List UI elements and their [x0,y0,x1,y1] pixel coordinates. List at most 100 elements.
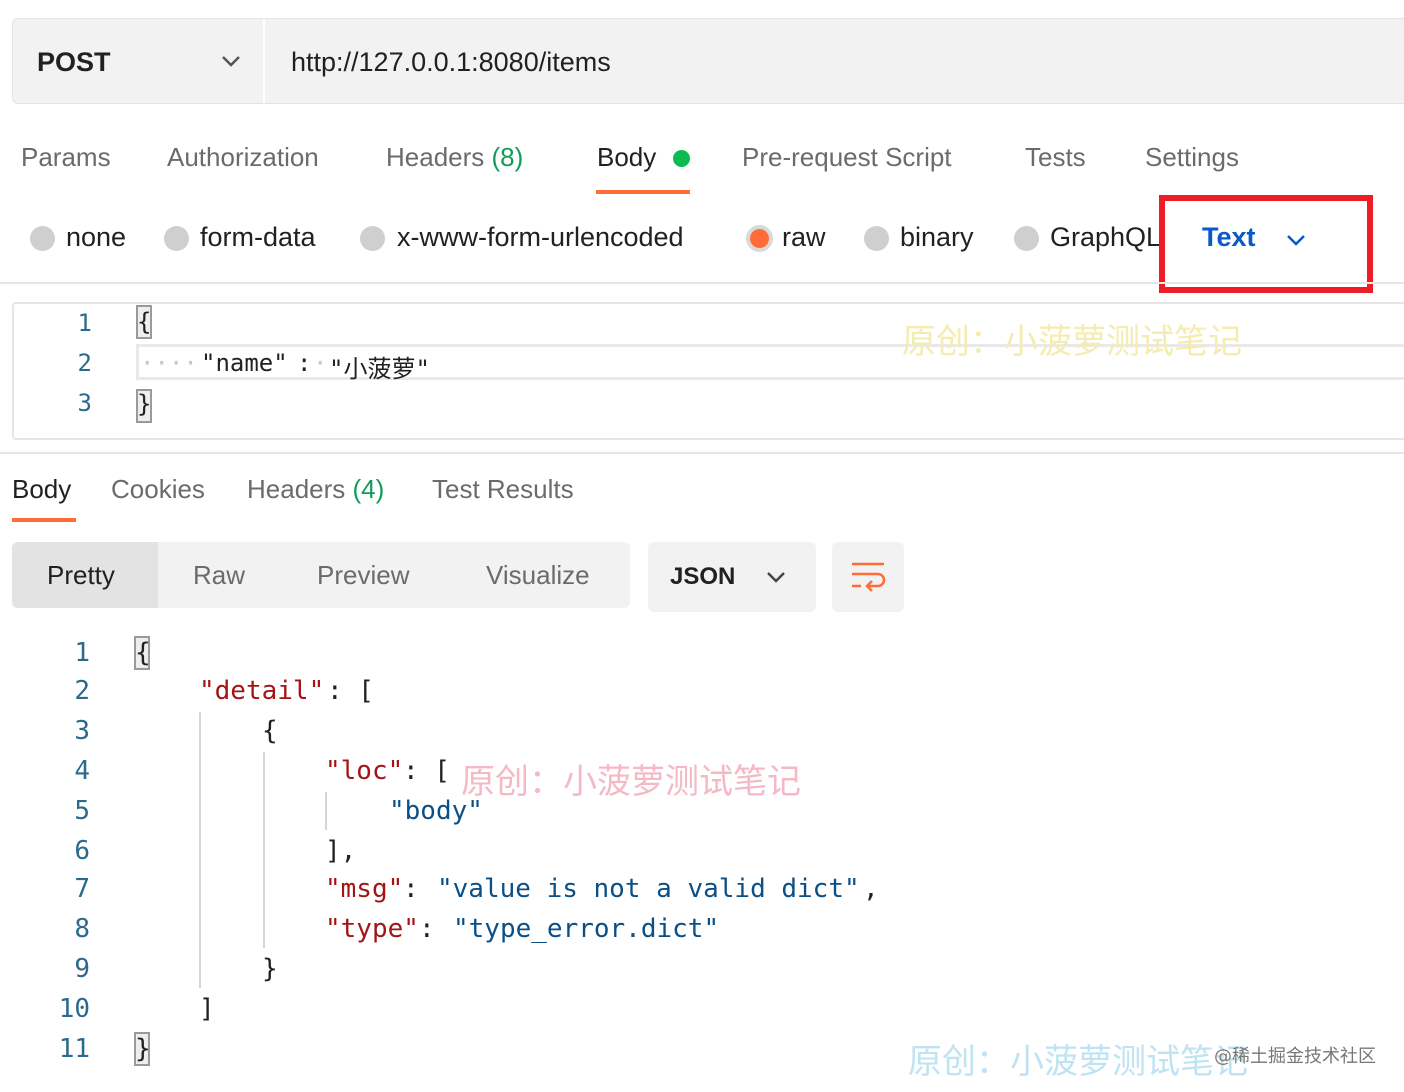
tab-label: Headers [247,474,346,504]
code-key: "name" [201,349,288,377]
response-tab-body[interactable]: Body [12,474,71,505]
json-value-type: "type_error.dict" [453,914,720,944]
tab-label: Cookies [111,474,205,504]
code-brace-open: { [262,716,278,746]
line-number: 8 [74,914,90,944]
whitespace-dots: ···· [140,349,198,377]
code-colon: : [297,349,312,377]
radio-graphql[interactable] [1014,226,1039,251]
view-mode-pretty[interactable]: Pretty [47,560,115,591]
divider [0,282,1404,284]
radio-label-graphql: GraphQL [1050,222,1162,252]
wrap-lines-button[interactable] [832,542,904,612]
watermark-text: 原创：小菠萝测试笔记 [908,1042,1248,1082]
code-punct: : [ [327,676,374,706]
response-format-dropdown[interactable]: JSON [648,542,816,612]
line-number: 1 [77,309,92,337]
radio-raw[interactable] [750,229,769,248]
code-brace-close: } [135,1034,151,1064]
indent-guide [325,792,327,830]
line-number: 11 [58,1034,90,1064]
tab-label: Params [21,142,111,172]
code-brace-close: } [262,954,278,984]
tab-label: Body [12,474,72,504]
headers-count: (8) [491,142,524,172]
code-brace-open: { [135,638,151,668]
line-number: 1 [74,638,90,668]
watermark-text: 原创：小菠萝测试笔记 [461,762,801,802]
url-input[interactable]: http://127.0.0.1:8080/items [291,47,611,78]
view-mode-selector: Pretty Raw Preview Visualize [12,542,630,608]
tab-label: Settings [1145,142,1239,172]
method-label: POST [37,47,111,77]
line-number: 2 [74,676,90,706]
site-watermark: @稀土掘金技术社区 [1214,1046,1376,1067]
json-key-msg: "msg" [325,874,404,904]
tab-authorization[interactable]: Authorization [167,142,319,173]
code-value: "小菠萝" [329,355,430,383]
tab-tests[interactable]: Tests [1025,142,1086,173]
tab-label: Pre-request Script [742,142,952,172]
line-number: 3 [74,716,90,746]
tab-label: Test Results [432,474,574,504]
tab-label: Authorization [167,142,319,172]
line-number: 7 [74,874,90,904]
tab-body[interactable]: Body [597,142,656,173]
body-modified-dot [673,150,690,167]
tab-label: Headers [386,142,485,172]
tab-settings[interactable]: Settings [1145,142,1239,173]
watermark-text: 原创：小菠萝测试笔记 [902,322,1242,362]
code-punct: : [403,874,435,904]
radio-label-none: none [66,222,127,252]
indent-guide [263,752,265,948]
json-key-loc: "loc" [325,756,404,786]
tab-params[interactable]: Params [21,142,111,173]
wrap-lines-icon [852,562,886,592]
code-punct: ], [325,836,357,866]
headers-count: (4) [352,474,385,504]
response-format-label: JSON [670,563,736,590]
highlight-box [1159,195,1373,293]
line-number: 9 [74,954,90,984]
radio-label-form-data: form-data [200,222,316,252]
json-key-detail: "detail" [199,676,325,706]
line-number: 5 [74,796,90,826]
chevron-down-icon [767,572,785,583]
method-selector[interactable]: POST [13,19,265,103]
code-bracket-close: ] [199,994,215,1024]
line-number: 10 [58,994,90,1024]
whitespace-dot: · [313,349,328,377]
code-punct: : [ [403,756,450,786]
chevron-down-icon [222,56,240,67]
view-mode-visualize[interactable]: Visualize [486,560,590,591]
radio-label-x-www-form-urlencoded: x-www-form-urlencoded [397,222,684,252]
code-brace-close: } [137,390,152,418]
line-number: 6 [74,836,90,866]
code-brace-open: { [137,308,152,336]
view-mode-preview[interactable]: Preview [317,560,409,591]
code-punct: , [863,874,879,904]
view-mode-raw[interactable]: Raw [193,560,245,591]
divider [0,452,1404,454]
radio-form-data[interactable] [164,226,189,251]
line-number: 4 [74,756,90,786]
tab-headers[interactable]: Headers (8) [386,142,523,173]
tab-label: Body [597,142,657,172]
active-tab-indicator [12,518,76,522]
active-tab-indicator [596,190,690,194]
indent-guide [199,712,201,988]
tab-pre-request-script[interactable]: Pre-request Script [742,142,952,173]
response-tab-headers[interactable]: Headers (4) [247,474,384,505]
radio-label-raw: raw [782,222,826,252]
line-number: 3 [77,389,92,417]
tab-label: Tests [1025,142,1086,172]
radio-binary[interactable] [864,226,889,251]
response-tab-cookies[interactable]: Cookies [111,474,205,505]
request-bar: POST http://127.0.0.1:8080/items [12,18,1404,104]
json-value-msg: "value is not a valid dict" [437,874,860,904]
radio-x-www-form-urlencoded[interactable] [360,226,385,251]
code-punct: : [419,914,451,944]
radio-none[interactable] [30,226,55,251]
response-tab-test-results[interactable]: Test Results [432,474,574,505]
json-key-type: "type" [325,914,419,944]
